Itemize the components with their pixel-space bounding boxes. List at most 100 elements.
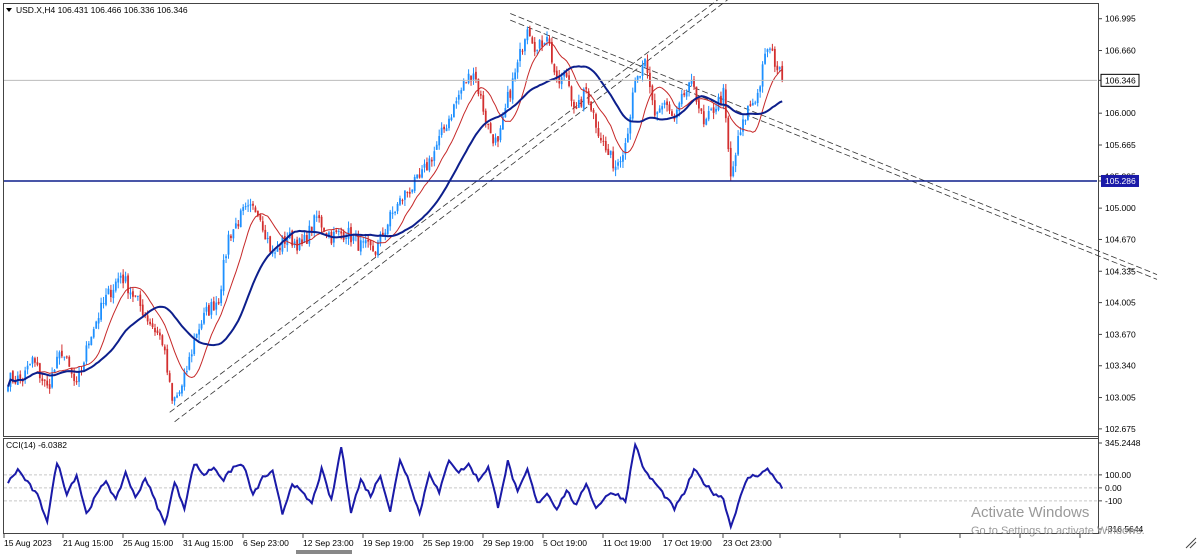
candle-body [136,295,139,297]
candle-body [43,379,46,381]
price-tick-label: 104.670 [1105,234,1136,244]
candle-body [732,166,735,177]
candle-body [401,200,404,202]
candle-body [19,374,22,379]
candle-body [217,301,220,304]
price-tick-label: 104.005 [1105,298,1136,308]
candle-body [63,356,66,358]
candle-body [477,78,480,94]
candle-body [139,294,142,307]
candle-body [364,240,367,244]
ma-slow-line [7,65,783,387]
candle-body [761,64,764,87]
time-scroll-marker[interactable] [296,550,352,554]
time-tick-label: 15 Aug 2023 [4,538,52,548]
price-tick-label: 106.660 [1105,46,1136,56]
candle-body [492,134,494,144]
candle-body [622,155,624,162]
trendline[interactable] [510,13,1158,275]
cci-label: CCI(14) -6.0382 [6,440,67,450]
candle-body [95,321,98,329]
candle-body [592,109,595,113]
candle-body [528,28,531,37]
candle-body [653,100,656,116]
candle-body [340,231,343,234]
price-tick-label: 106.346 [1105,75,1136,85]
candle-body [318,215,321,219]
candle-body [389,211,392,227]
candle-body [264,229,267,240]
candle-body [707,111,710,120]
trendline[interactable] [169,0,719,413]
candle-body [612,151,615,169]
candle-body [766,49,769,52]
candle-body [769,48,771,50]
candle-body [404,190,406,200]
candle-body [455,100,458,104]
candle-body [154,327,156,333]
candle-body [597,128,600,137]
time-tick-label: 17 Oct 19:00 [663,538,712,548]
candle-body [531,37,534,44]
candle-body [700,108,703,111]
candle-body [590,101,592,111]
candle-body [634,80,637,93]
candle-body [227,234,230,255]
candle-body [230,235,232,239]
candle-body [607,148,610,156]
candle-body [234,223,237,229]
price-tick-label: 103.340 [1105,361,1136,371]
resize-grip-icon[interactable] [1185,537,1197,549]
candle-body [533,41,536,52]
candle-body [362,241,365,243]
candle-body [428,158,431,171]
candle-body [345,237,347,239]
candle-body [185,371,188,373]
price-tick-label: 105.000 [1105,203,1136,213]
candle-body [408,191,411,194]
time-tick-label: 21 Aug 15:00 [63,538,113,548]
candle-body [306,235,308,244]
cci-tick-label: 100.00 [1105,470,1131,480]
trendline[interactable] [510,19,1158,280]
candle-body [58,352,61,359]
time-tick-label: 25 Aug 15:00 [123,538,173,548]
candle-body [279,247,281,251]
candle-body [161,335,164,346]
candle-body [193,339,196,355]
candle-body [134,295,137,297]
candle-body [546,37,548,42]
candle-body [423,163,426,168]
candle-body [85,345,88,362]
candle-body [254,207,257,213]
trading-chart[interactable]: 106.995106.660106.346106.000105.665105.3… [0,0,1200,556]
candle-body [619,161,622,163]
candle-body [367,240,370,242]
candle-body [90,336,93,346]
candle-body [308,225,311,244]
candle-body [751,102,754,106]
candle-body [198,329,200,335]
candle-body [195,333,198,338]
candle-body [519,48,521,62]
candle-body [320,216,323,228]
price-tick-label: 105.665 [1105,140,1136,150]
cci-line [7,441,784,531]
candle-body [188,356,191,370]
candle-body [644,58,646,67]
candle-body [602,140,605,142]
candle-body [244,206,247,208]
time-tick-label: 29 Sep 19:00 [483,538,534,548]
candle-body [418,174,421,178]
candle-body [604,141,607,151]
candle-body [595,114,597,128]
candle-body [386,224,389,235]
cci-axis-ticks: 345.2448100.000.00-100-316.5644 [1098,438,1144,534]
triangle-down-icon[interactable] [6,8,12,12]
candle-body [698,100,700,109]
candle-body [183,372,186,387]
candle-body [107,288,110,295]
candle-body [433,151,436,161]
candle-body [222,259,225,292]
candle-body [259,214,262,220]
